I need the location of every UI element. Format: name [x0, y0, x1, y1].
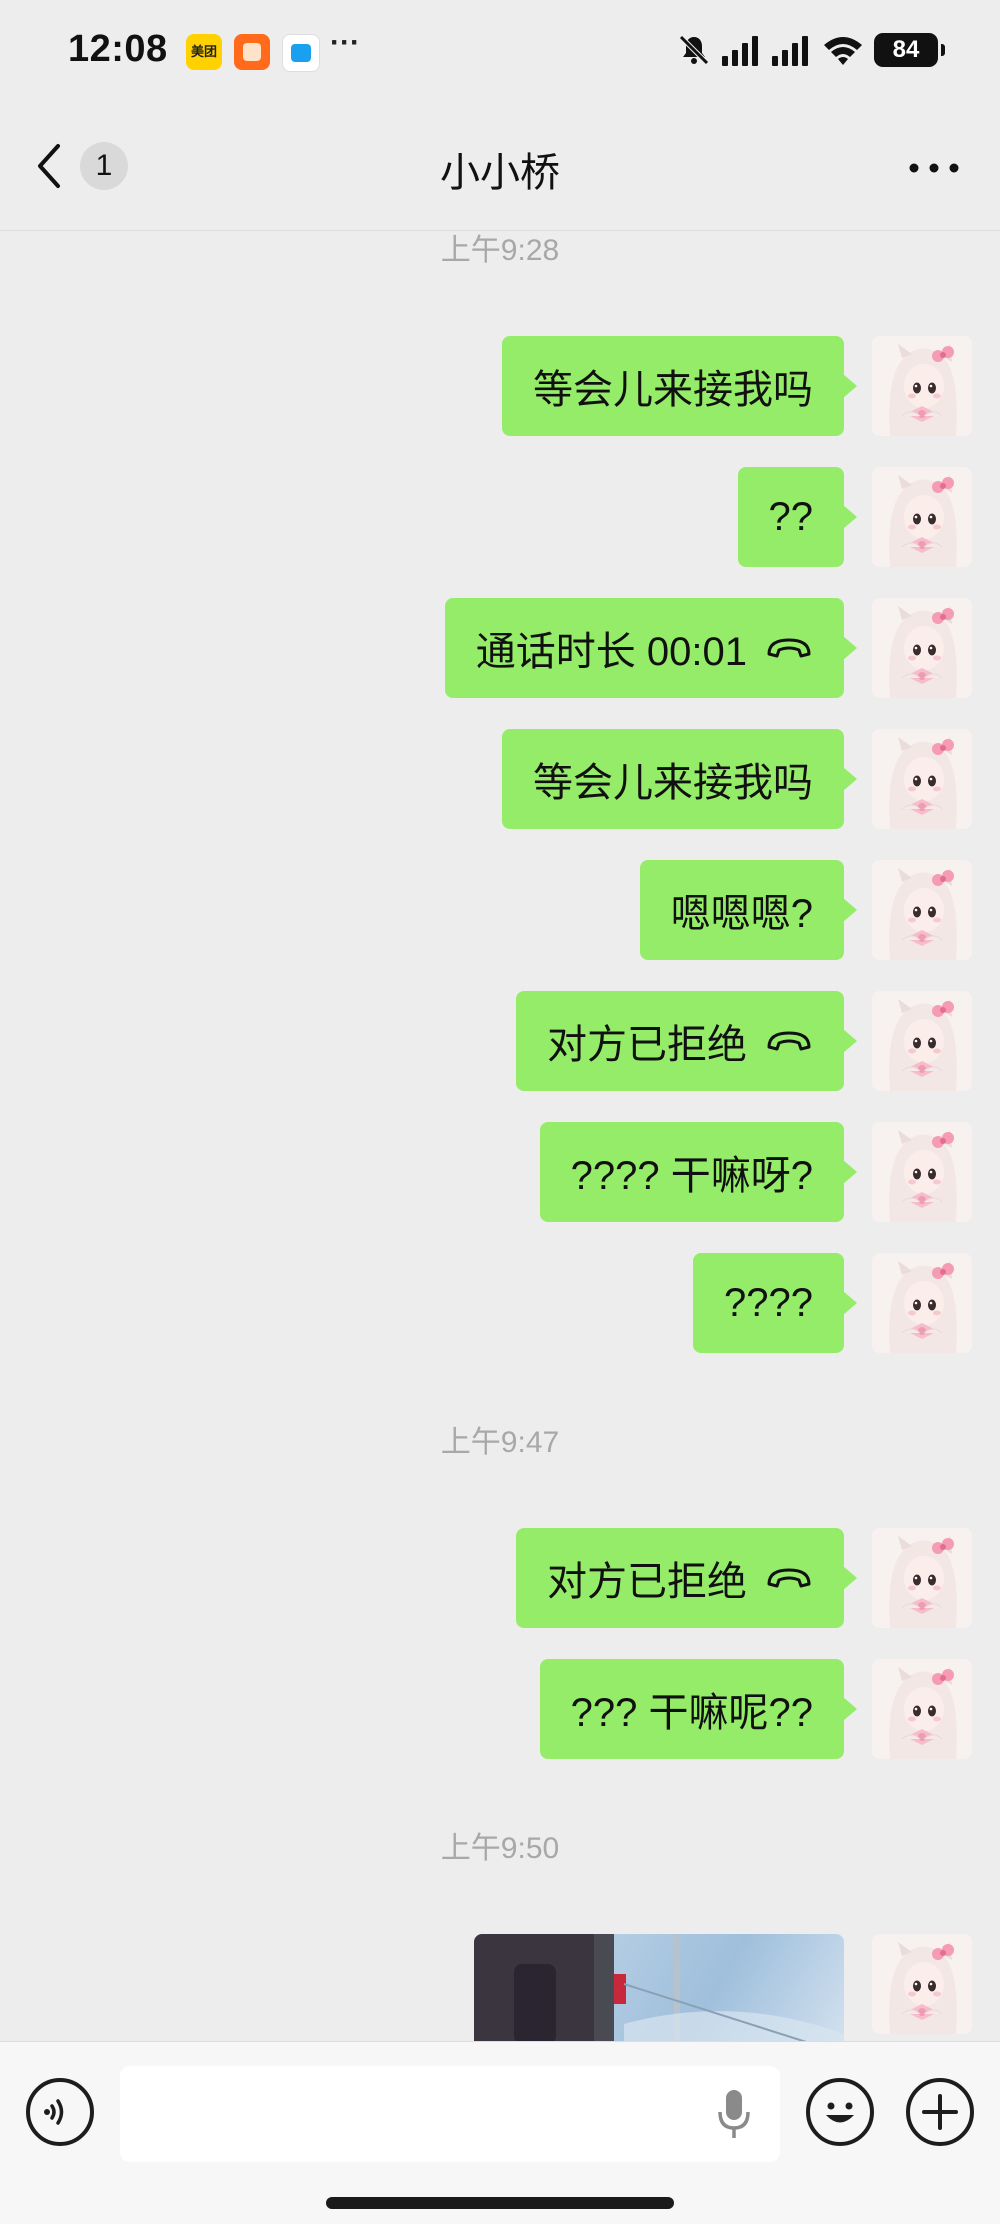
image-message[interactable]	[474, 1934, 844, 2041]
avatar[interactable]	[872, 1528, 972, 1628]
message-text: ??? 干嘛呢??	[570, 1691, 813, 1735]
call-icon	[767, 638, 811, 658]
notification-app-icon	[234, 34, 270, 70]
avatar-illustration	[872, 1528, 972, 1628]
message-bubble[interactable]: ??	[737, 467, 857, 567]
message-text: 通话时长 00:01	[475, 630, 747, 674]
plus-icon	[922, 2094, 958, 2130]
message-text: ???? 干嘛呀?	[570, 1154, 813, 1198]
status-more-notifications: ···	[330, 26, 360, 59]
call-record-bubble[interactable]: 对方已拒绝	[516, 991, 857, 1091]
message-row: ??? 干嘛呢??	[539, 1659, 972, 1759]
emoji-button[interactable]	[806, 2078, 874, 2146]
call-record-bubble[interactable]: 对方已拒绝	[516, 1528, 857, 1628]
call-icon	[767, 1031, 811, 1051]
message-text: 嗯嗯嗯?	[670, 892, 813, 936]
avatar[interactable]	[872, 1122, 972, 1222]
chat-title: 小小桥	[440, 151, 560, 195]
timestamp: 上午9:47	[440, 1426, 560, 1459]
avatar-illustration	[872, 729, 972, 829]
avatar[interactable]	[872, 467, 972, 567]
avatar[interactable]	[872, 598, 972, 698]
home-indicator[interactable]	[326, 2197, 674, 2209]
more-icon	[909, 163, 959, 173]
message-row: ???? 干嘛呀?	[539, 1122, 972, 1222]
message-bubble[interactable]: 等会儿来接我吗	[502, 336, 857, 436]
avatar-illustration	[872, 860, 972, 960]
avatar-illustration	[872, 1659, 972, 1759]
avatar-illustration	[872, 598, 972, 698]
more-button[interactable]	[904, 148, 964, 188]
message-row: ??	[737, 467, 972, 567]
photo-thumbnail	[474, 1934, 844, 2041]
message-row: 嗯嗯嗯?	[639, 860, 972, 960]
signal-icon-2	[772, 36, 808, 66]
message-row: 对方已拒绝	[516, 1528, 972, 1628]
message-text: ????	[724, 1280, 813, 1325]
voice-input-button[interactable]	[26, 2078, 94, 2146]
avatar[interactable]	[872, 336, 972, 436]
call-record-bubble[interactable]: 通话时长 00:01	[444, 598, 858, 698]
mic-icon[interactable]	[714, 2086, 754, 2142]
message-text: 等会儿来接我吗	[533, 368, 813, 412]
message-row: 通话时长 00:01	[444, 598, 972, 698]
chat-header: 1 小小桥	[0, 100, 1000, 231]
timestamp: 上午9:28	[440, 234, 560, 267]
message-list[interactable]: 上午9:28 等会儿来接我吗 ?? 通话时长 00:01 等会儿来接我吗 嗯嗯嗯…	[0, 231, 1000, 2041]
message-bubble[interactable]: 嗯嗯嗯?	[639, 860, 858, 960]
notification-app-icon-2	[282, 34, 320, 72]
avatar-illustration	[872, 1934, 972, 2034]
avatar-illustration	[872, 1122, 972, 1222]
message-row: 等会儿来接我吗	[502, 729, 972, 829]
message-input[interactable]	[120, 2066, 780, 2162]
avatar[interactable]	[872, 1253, 972, 1353]
avatar-illustration	[872, 336, 972, 436]
battery-indicator: 84	[874, 33, 945, 67]
wifi-icon	[824, 37, 862, 65]
signal-icon	[722, 36, 758, 66]
emoji-icon	[826, 2102, 854, 2123]
message-text: 等会儿来接我吗	[533, 761, 813, 805]
avatar[interactable]	[872, 991, 972, 1091]
avatar-illustration	[872, 467, 972, 567]
avatar-illustration	[872, 991, 972, 1091]
status-icons: 84	[676, 30, 945, 70]
status-bar: 12:08 美团 ··· 84	[0, 0, 1000, 100]
message-row	[474, 1934, 972, 2041]
avatar[interactable]	[872, 1659, 972, 1759]
message-row: ????	[693, 1253, 972, 1353]
message-bubble[interactable]: ????	[693, 1253, 857, 1353]
message-row: 等会儿来接我吗	[502, 336, 972, 436]
mute-bell-icon	[679, 35, 709, 65]
voice-icon	[44, 2099, 64, 2125]
message-text: ??	[768, 494, 814, 539]
avatar[interactable]	[872, 860, 972, 960]
message-bubble[interactable]: ??? 干嘛呢??	[539, 1659, 858, 1759]
more-functions-button[interactable]	[906, 2078, 974, 2146]
message-row: 对方已拒绝	[516, 991, 972, 1091]
avatar[interactable]	[872, 1934, 972, 2034]
avatar[interactable]	[872, 729, 972, 829]
message-bubble[interactable]: 等会儿来接我吗	[502, 729, 857, 829]
message-text: 对方已拒绝	[547, 1023, 747, 1067]
avatar-illustration	[872, 1253, 972, 1353]
call-icon	[767, 1568, 811, 1588]
message-text: 对方已拒绝	[547, 1560, 747, 1604]
message-bubble[interactable]: ???? 干嘛呀?	[539, 1122, 858, 1222]
meituan-app-icon: 美团	[186, 34, 222, 70]
status-time: 12:08	[68, 28, 168, 70]
timestamp: 上午9:50	[440, 1832, 560, 1865]
